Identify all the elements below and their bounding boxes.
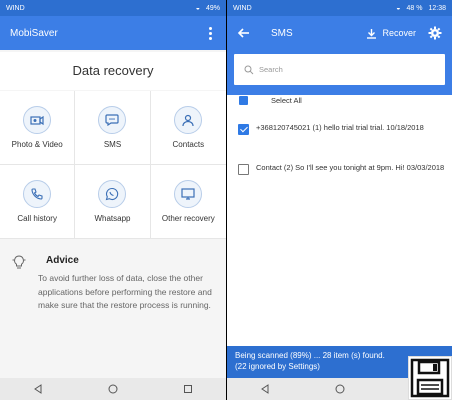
tile-photo-video[interactable]: Photo & Video (0, 91, 76, 165)
tile-label: Contacts (172, 140, 205, 149)
carrier-label: WIND (233, 4, 252, 12)
tile-call-history[interactable]: Call history (0, 165, 76, 239)
wifi-icon: ◒ (195, 4, 200, 12)
back-arrow-icon[interactable] (237, 26, 251, 40)
list-item[interactable]: Contact (2) So I'll see you tonight at 9… (227, 162, 452, 188)
search-icon (244, 65, 254, 74)
select-all-checkbox[interactable] (239, 96, 248, 105)
tile-contacts[interactable]: Contacts (150, 91, 226, 165)
tile-label: Photo & Video (11, 140, 63, 149)
search-input[interactable]: Search (234, 54, 445, 85)
sms-list: Select All +368120745021 (1) hello trial… (227, 95, 452, 345)
tile-sms[interactable]: SMS (75, 91, 151, 165)
message-checkbox[interactable] (238, 164, 249, 175)
android-nav-bar (0, 378, 226, 400)
tile-whatsapp[interactable]: Whatsapp (75, 165, 151, 239)
message-text: Contact (2) So I'll see you tonight at 9… (256, 163, 445, 172)
lightbulb-icon (12, 255, 26, 269)
advice-text: To avoid further loss of data, close the… (38, 273, 212, 310)
search-placeholder: Search (259, 65, 283, 74)
overflow-menu-icon[interactable] (204, 26, 216, 40)
back-nav-icon[interactable] (31, 382, 45, 396)
message-checkbox[interactable] (238, 124, 249, 135)
select-all-row[interactable]: Select All (227, 95, 452, 109)
left-phone-screen: WIND ◒ 49% MobiSaver Data recovery Photo… (0, 0, 226, 400)
call-history-icon (23, 180, 52, 208)
app-bar: SMS Recover (227, 16, 452, 50)
list-item[interactable]: +368120745021 (1) hello trial trial tria… (227, 122, 452, 148)
tile-label: SMS (103, 140, 122, 149)
contacts-icon (174, 106, 203, 134)
home-nav-icon[interactable] (106, 382, 120, 396)
recover-label: Recover (382, 28, 416, 38)
app-bar: MobiSaver (0, 16, 226, 50)
tile-label: Whatsapp (94, 214, 131, 223)
battery-label: 48 % (406, 4, 423, 12)
advice-section: Advice To avoid further loss of data, cl… (0, 240, 226, 378)
tile-label: Call history (17, 214, 57, 223)
gear-icon[interactable] (428, 26, 442, 40)
advice-title: Advice (46, 255, 79, 266)
message-text: +368120745021 (1) hello trial trial tria… (256, 123, 424, 132)
app-title: MobiSaver (10, 27, 58, 39)
other-recovery-icon (174, 180, 203, 208)
screen-title: SMS (271, 27, 293, 39)
recover-button[interactable]: Recover (366, 28, 416, 39)
search-bar-area: Search (227, 50, 452, 95)
status-bar: WIND ◒ 48 % 12:38 (227, 0, 452, 16)
page-title: Data recovery (0, 52, 226, 90)
right-phone-screen: WIND ◒ 48 % 12:38 SMS Recover Search Sel… (227, 0, 452, 400)
carrier-label: WIND (6, 4, 25, 12)
recovery-grid: Photo & Video SMS Contacts Call history (0, 91, 226, 239)
clock-label: 12:38 (428, 4, 446, 12)
select-all-label: Select All (271, 96, 302, 105)
photo-video-icon (23, 106, 52, 134)
home-nav-icon[interactable] (333, 382, 347, 396)
tile-other-recovery[interactable]: Other recovery (150, 165, 226, 239)
battery-label: 49% (205, 4, 220, 12)
sms-icon (98, 106, 127, 134)
whatsapp-icon (98, 180, 127, 208)
wifi-icon: ◒ (396, 4, 401, 12)
tile-label: Other recovery (161, 214, 215, 223)
back-nav-icon[interactable] (258, 382, 272, 396)
recents-nav-icon[interactable] (181, 382, 195, 396)
download-icon (367, 28, 377, 39)
status-bar: WIND ◒ 49% (0, 0, 226, 16)
screenshot-frame: WIND ◒ 49% MobiSaver Data recovery Photo… (0, 0, 452, 400)
floppy-disk-icon (408, 356, 452, 400)
